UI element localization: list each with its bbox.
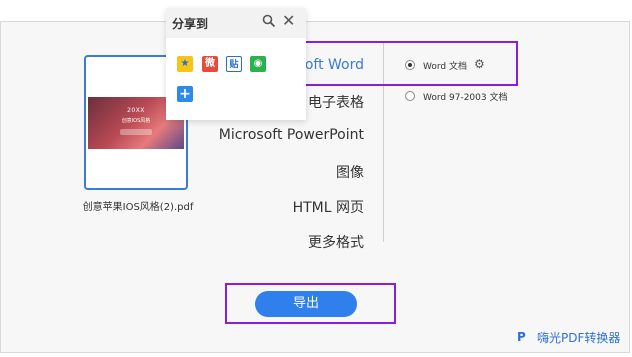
format-powerpoint[interactable]: Microsoft PowerPoint bbox=[219, 127, 364, 143]
format-spreadsheet[interactable]: 电子表格 bbox=[308, 92, 364, 112]
brand-name: 嗨光PDF转换器 bbox=[537, 331, 621, 345]
format-html[interactable]: HTML 网页 bbox=[293, 197, 364, 217]
radio-word-doc[interactable] bbox=[405, 91, 415, 101]
option-word-doc-label: Word 97-2003 文档 bbox=[423, 93, 508, 103]
wechat-icon[interactable]: ◉ bbox=[250, 56, 266, 72]
share-title: 分享到 bbox=[172, 17, 209, 31]
thumbnail-bar bbox=[120, 129, 152, 135]
brand-logo-icon: P bbox=[517, 330, 526, 344]
weibo-icon[interactable]: 微 bbox=[202, 56, 218, 72]
highlight-word-option bbox=[297, 41, 518, 86]
highlight-export-button bbox=[225, 283, 396, 324]
file-name: 创意苹果IOS风格(2).pdf bbox=[82, 202, 194, 213]
format-more[interactable]: 更多格式 bbox=[308, 232, 364, 252]
format-image[interactable]: 图像 bbox=[336, 162, 364, 182]
qzone-icon[interactable]: ★ bbox=[177, 56, 193, 72]
share-popup: 分享到 ✕ ★ 微 贴 ◉ + bbox=[166, 8, 306, 120]
share-header: 分享到 ✕ bbox=[166, 8, 306, 38]
more-plus-icon[interactable]: + bbox=[177, 86, 193, 102]
search-icon[interactable] bbox=[262, 14, 276, 28]
tieba-icon[interactable]: 贴 bbox=[226, 56, 242, 72]
close-icon[interactable]: ✕ bbox=[282, 13, 295, 29]
